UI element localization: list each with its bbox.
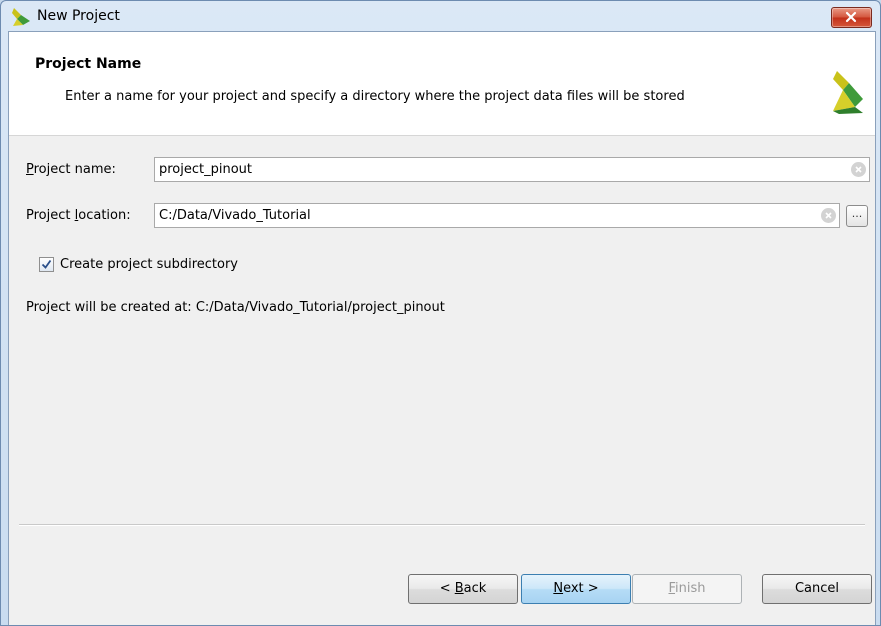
- project-location-input[interactable]: [159, 204, 811, 227]
- browse-button[interactable]: ...: [846, 205, 868, 227]
- window-title: New Project: [37, 8, 120, 24]
- vivado-logo-icon: [829, 69, 865, 115]
- create-subdirectory-checkbox[interactable]: [39, 257, 54, 272]
- page-description: Enter a name for your project and specif…: [65, 89, 685, 104]
- wizard-header: Project Name Enter a name for your proje…: [9, 32, 875, 136]
- next-button[interactable]: Next >: [521, 574, 631, 604]
- project-name-input[interactable]: [159, 158, 841, 181]
- new-project-window: New Project Project Name Enter a name fo…: [0, 0, 881, 626]
- dialog-body: Project Name Enter a name for your proje…: [8, 31, 876, 625]
- close-button[interactable]: [831, 7, 872, 28]
- project-name-label: Project name:: [26, 162, 116, 177]
- footer-divider: [19, 524, 865, 526]
- create-subdirectory-label: Create project subdirectory: [60, 257, 239, 272]
- checkmark-icon: [41, 259, 52, 269]
- project-location-field[interactable]: [154, 203, 840, 228]
- project-path-info: Project will be created at: C:/Data/Viva…: [26, 300, 445, 315]
- close-x-icon: [845, 11, 857, 23]
- create-subdirectory-option[interactable]: Create project subdirectory: [39, 257, 238, 272]
- cancel-button[interactable]: Cancel: [762, 574, 872, 604]
- page-title: Project Name: [35, 56, 142, 72]
- vivado-logo-icon: [11, 7, 31, 27]
- clear-x-icon[interactable]: [851, 162, 866, 177]
- clear-x-icon[interactable]: [821, 208, 836, 223]
- back-button[interactable]: < Back: [408, 574, 518, 604]
- project-location-label: Project location:: [26, 208, 131, 223]
- finish-button: Finish: [632, 574, 742, 604]
- title-bar[interactable]: New Project: [1, 1, 880, 31]
- project-name-field[interactable]: [154, 157, 870, 182]
